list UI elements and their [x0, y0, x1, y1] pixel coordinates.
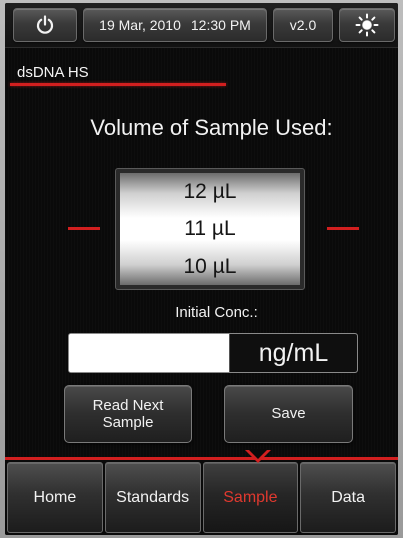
brightness-icon [355, 13, 379, 37]
title-underline [10, 83, 226, 86]
conc-unit-selector[interactable]: ng/mL [229, 334, 357, 372]
volume-option[interactable]: 12 µL [184, 181, 237, 202]
status-bar: 19 Mar, 2010 12:30 PM v2.0 [5, 3, 398, 48]
assay-title: dsDNA HS [17, 64, 89, 81]
tab-home[interactable]: Home [7, 462, 103, 533]
power-button[interactable] [13, 8, 77, 42]
tab-standards[interactable]: Standards [104, 462, 201, 533]
picker-left-marker [68, 227, 100, 230]
brightness-button[interactable] [339, 8, 395, 42]
initial-conc-field: ng/mL [68, 333, 358, 373]
volume-option-selected[interactable]: 11 µL [184, 218, 235, 239]
tab-sample[interactable]: Sample [202, 462, 299, 533]
tab-data[interactable]: Data [300, 462, 396, 533]
initial-conc-label: Initial Conc.: [175, 304, 258, 321]
power-icon [35, 15, 55, 35]
datetime-button[interactable]: 19 Mar, 2010 12:30 PM [83, 8, 267, 42]
picker-right-marker [327, 227, 359, 230]
version-button[interactable]: v2.0 [273, 8, 333, 42]
active-tab-pointer [248, 449, 268, 459]
date-text: 19 Mar, 2010 [99, 17, 181, 33]
bottom-nav: Home Standards Sample Data [5, 460, 398, 535]
device-frame: 19 Mar, 2010 12:30 PM v2.0 dsDNA HS Volu… [0, 0, 403, 538]
volume-option[interactable]: 10 µL [184, 256, 237, 277]
volume-picker-list[interactable]: 12 µL 11 µL 10 µL [120, 173, 300, 285]
initial-conc-input[interactable] [69, 334, 229, 372]
save-button[interactable]: Save [224, 385, 353, 443]
volume-heading: Volume of Sample Used: [90, 115, 333, 140]
read-next-sample-button[interactable]: Read Next Sample [64, 385, 192, 443]
time-text: 12:30 PM [190, 17, 251, 33]
volume-picker[interactable]: 12 µL 11 µL 10 µL [115, 168, 305, 290]
version-text: v2.0 [289, 17, 317, 33]
screen: 19 Mar, 2010 12:30 PM v2.0 dsDNA HS Volu… [5, 3, 398, 535]
